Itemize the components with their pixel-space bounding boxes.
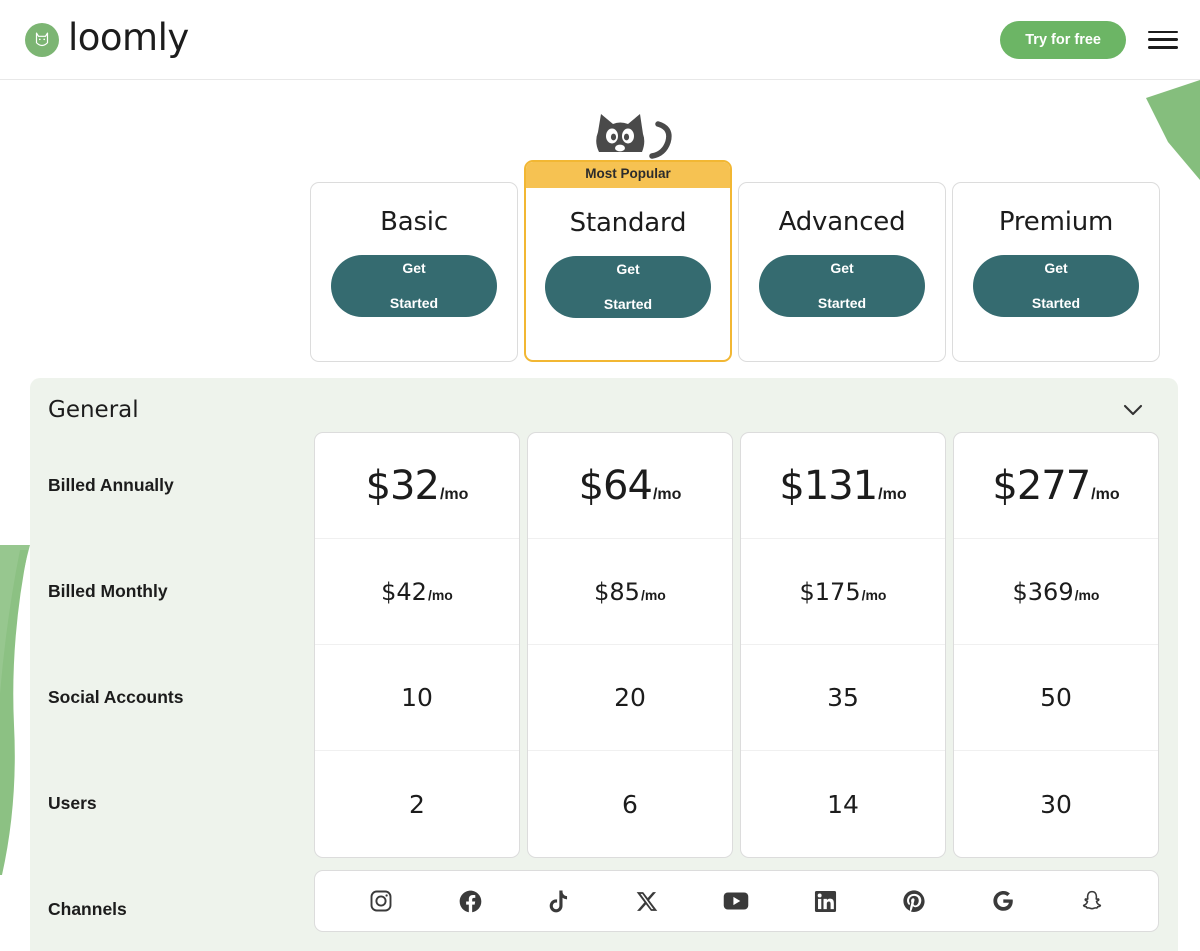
loomly-cat-logo-icon: [25, 23, 59, 57]
get-started-line1: Get: [390, 260, 438, 278]
snapchat-icon[interactable]: [1078, 888, 1105, 915]
plan-cards-row: Basic Get Started Most Popular Standard …: [0, 110, 1200, 365]
get-started-line2: Started: [1032, 295, 1080, 313]
get-started-button[interactable]: Get Started: [545, 256, 711, 318]
price-value: $32: [366, 463, 439, 509]
price-value: $175: [800, 578, 861, 606]
price-value: $277: [992, 463, 1090, 509]
cell-billed-annually: $64/mo: [528, 433, 732, 539]
cell-users: 30: [954, 751, 1158, 857]
price-suffix: /mo: [653, 486, 681, 504]
youtube-icon[interactable]: [723, 888, 750, 915]
plan-name: Standard: [570, 208, 687, 238]
row-label-billed-annually: Billed Annually: [48, 432, 316, 538]
get-started-button[interactable]: Get Started: [759, 255, 925, 317]
cat-mascot-icon: [588, 110, 680, 168]
price-suffix: /mo: [1091, 486, 1119, 504]
values-column-standard: $64/mo $85/mo 20 6: [527, 432, 733, 858]
plan-name: Advanced: [779, 207, 906, 237]
count-value: 30: [1040, 790, 1072, 819]
comparison-panel: General Billed Annually Billed Monthly S…: [30, 378, 1178, 951]
price-suffix: /mo: [1075, 587, 1100, 603]
plan-card-basic[interactable]: Basic Get Started: [310, 182, 518, 362]
price-suffix: /mo: [862, 587, 887, 603]
cell-social-accounts: 35: [741, 645, 945, 751]
section-title: General: [48, 397, 139, 423]
count-value: 2: [409, 790, 425, 819]
price-suffix: /mo: [641, 587, 666, 603]
linkedin-icon[interactable]: [812, 888, 839, 915]
x-twitter-icon[interactable]: [634, 888, 661, 915]
get-started-line1: Get: [818, 260, 866, 278]
price-value: $85: [594, 578, 640, 606]
cell-billed-annually: $131/mo: [741, 433, 945, 539]
plan-card-premium[interactable]: Premium Get Started: [952, 182, 1160, 362]
pinterest-icon[interactable]: [900, 888, 927, 915]
cell-billed-annually: $277/mo: [954, 433, 1158, 539]
price-value: $131: [779, 463, 877, 509]
cell-billed-annually: $32/mo: [315, 433, 519, 539]
brand-logo[interactable]: loomly: [25, 19, 189, 61]
plan-card-standard[interactable]: Most Popular Standard Get Started: [524, 160, 732, 362]
cell-social-accounts: 20: [528, 645, 732, 751]
cell-billed-monthly: $175/mo: [741, 539, 945, 645]
get-started-line1: Get: [1032, 260, 1080, 278]
tiktok-icon[interactable]: [545, 888, 572, 915]
cell-billed-monthly: $369/mo: [954, 539, 1158, 645]
header-actions: Try for free: [1000, 21, 1178, 59]
facebook-icon[interactable]: [457, 888, 484, 915]
get-started-line2: Started: [604, 296, 652, 314]
cell-social-accounts: 10: [315, 645, 519, 751]
count-value: 35: [827, 683, 859, 712]
instagram-icon[interactable]: [368, 888, 395, 915]
count-value: 10: [401, 683, 433, 712]
cell-social-accounts: 50: [954, 645, 1158, 751]
row-label-users: Users: [48, 750, 316, 856]
price-suffix: /mo: [428, 587, 453, 603]
cell-billed-monthly: $42/mo: [315, 539, 519, 645]
price-value: $369: [1013, 578, 1074, 606]
site-header: loomly Try for free: [0, 0, 1200, 80]
cell-users: 6: [528, 751, 732, 857]
google-icon[interactable]: [989, 888, 1016, 915]
get-started-button[interactable]: Get Started: [973, 255, 1139, 317]
values-column-premium: $277/mo $369/mo 50 30: [953, 432, 1159, 858]
row-labels-column: Billed Annually Billed Monthly Social Ac…: [48, 432, 316, 951]
plan-card-advanced[interactable]: Advanced Get Started: [738, 182, 946, 362]
get-started-line1: Get: [604, 261, 652, 279]
count-value: 20: [614, 683, 646, 712]
cell-billed-monthly: $85/mo: [528, 539, 732, 645]
price-suffix: /mo: [440, 486, 468, 504]
cell-users: 14: [741, 751, 945, 857]
get-started-line2: Started: [390, 295, 438, 313]
row-label-channels: Channels: [48, 856, 316, 951]
count-value: 50: [1040, 683, 1072, 712]
values-column-basic: $32/mo $42/mo 10 2: [314, 432, 520, 858]
count-value: 6: [622, 790, 638, 819]
row-label-social-accounts: Social Accounts: [48, 644, 316, 750]
hamburger-menu-icon[interactable]: [1148, 29, 1178, 51]
channels-icon-strip: [314, 870, 1159, 932]
count-value: 14: [827, 790, 859, 819]
brand-name: loomly: [68, 19, 189, 61]
plan-name: Basic: [380, 207, 448, 237]
get-started-button[interactable]: Get Started: [331, 255, 497, 317]
price-value: $42: [381, 578, 427, 606]
cell-users: 2: [315, 751, 519, 857]
plan-name: Premium: [999, 207, 1113, 237]
price-suffix: /mo: [878, 486, 906, 504]
values-column-advanced: $131/mo $175/mo 35 14: [740, 432, 946, 858]
row-label-billed-monthly: Billed Monthly: [48, 538, 316, 644]
comparison-table: Billed Annually Billed Monthly Social Ac…: [30, 432, 1178, 951]
get-started-line2: Started: [818, 295, 866, 313]
try-for-free-button[interactable]: Try for free: [1000, 21, 1126, 59]
price-value: $64: [579, 463, 652, 509]
chevron-down-icon[interactable]: [1122, 399, 1144, 421]
